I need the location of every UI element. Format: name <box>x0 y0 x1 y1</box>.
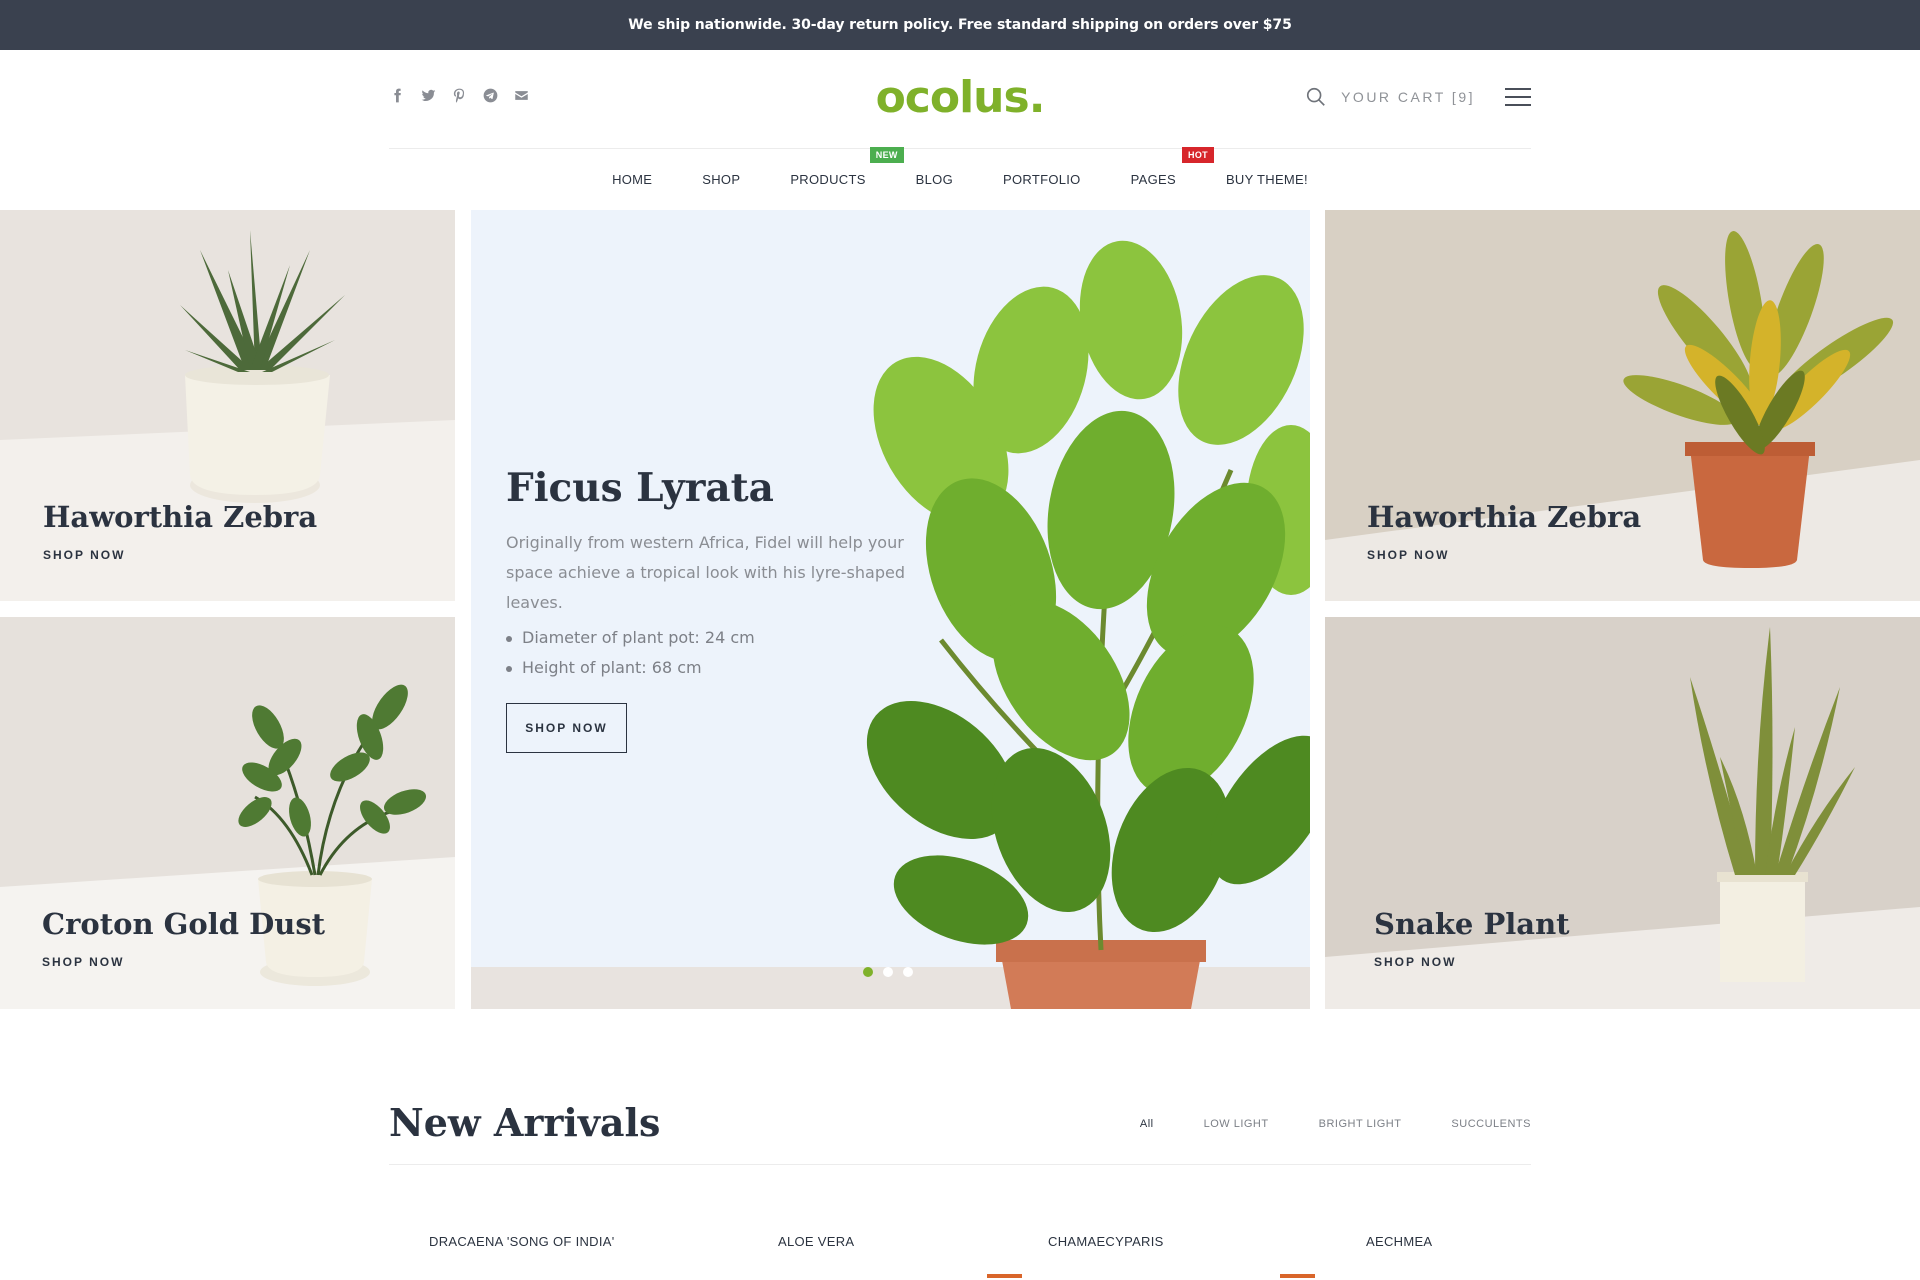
filter-succulents[interactable]: SUCCULENTS <box>1451 1118 1531 1130</box>
shop-now-link[interactable]: SHOP NOW <box>42 955 124 969</box>
filter-all[interactable]: All <box>1140 1118 1154 1130</box>
product-name[interactable]: DRACAENA 'SONG OF INDIA' <box>429 1234 615 1249</box>
filter-low-light[interactable]: LOW LIGHT <box>1204 1118 1269 1130</box>
haworthia-plant-image <box>0 210 455 601</box>
announcement-text: We ship nationwide. 30-day return policy… <box>628 17 1292 33</box>
tile-haworthia-zebra-right[interactable]: Haworthia Zebra SHOP NOW <box>1325 210 1920 601</box>
shop-now-link[interactable]: SHOP NOW <box>1374 955 1456 969</box>
cart-link[interactable]: YOUR CART [9] <box>1341 89 1475 105</box>
nav-item-portfolio[interactable]: PORTFOLIO <box>1003 172 1081 187</box>
tile-title[interactable]: Croton Gold Dust <box>42 907 325 941</box>
nav-item-home[interactable]: HOME <box>612 172 652 187</box>
slide-description: Originally from western Africa, Fidel wi… <box>506 533 905 612</box>
shop-now-button[interactable]: SHOP NOW <box>506 703 627 753</box>
tile-croton-gold-dust[interactable]: Croton Gold Dust SHOP NOW <box>0 617 455 1009</box>
nav-item-shop[interactable]: SHOP <box>702 172 740 187</box>
tile-title[interactable]: Snake Plant <box>1374 907 1570 941</box>
header-actions: YOUR CART [9] <box>1305 86 1531 108</box>
nav-item-products[interactable]: PRODUCTS NEW <box>790 146 904 187</box>
slider-dot[interactable] <box>863 967 873 977</box>
shop-now-link[interactable]: SHOP NOW <box>43 548 125 562</box>
slide-title: Ficus Lyrata <box>506 465 774 511</box>
new-badge: NEW <box>869 146 904 163</box>
slider-dot[interactable] <box>903 967 913 977</box>
shop-now-link[interactable]: SHOP NOW <box>1367 548 1449 562</box>
hot-badge: HOT <box>1182 146 1214 163</box>
nav-item-blog[interactable]: BLOG <box>916 172 953 187</box>
tile-snake-plant[interactable]: Snake Plant SHOP NOW <box>1325 617 1920 1009</box>
sale-indicator <box>1280 1274 1315 1278</box>
sale-indicator <box>987 1274 1022 1278</box>
site-header: ocolus. YOUR CART [9] <box>389 50 1531 149</box>
tile-title[interactable]: Haworthia Zebra <box>43 500 317 534</box>
tile-haworthia-zebra-left[interactable]: Haworthia Zebra SHOP NOW <box>0 210 455 601</box>
arrivals-filters: All LOW LIGHT BRIGHT LIGHT SUCCULENTS <box>1140 1118 1531 1130</box>
nav-item-buy-theme[interactable]: BUY THEME! <box>1226 172 1308 187</box>
feature-item: Diameter of plant pot: 24 cm <box>506 623 755 653</box>
slider-dot[interactable] <box>883 967 893 977</box>
announcement-bar: We ship nationwide. 30-day return policy… <box>0 0 1920 50</box>
feature-item: Height of plant: 68 cm <box>506 653 755 683</box>
zz-plant-image <box>0 617 455 1009</box>
hamburger-menu-icon[interactable] <box>1505 88 1531 106</box>
hero-slider[interactable]: Ficus Lyrata Originally from western Afr… <box>471 210 1310 1009</box>
nav-item-pages[interactable]: PAGES HOT <box>1131 146 1214 187</box>
section-title: New Arrivals <box>389 1100 661 1145</box>
product-name[interactable]: AECHMEA <box>1366 1234 1432 1249</box>
new-arrivals-header: New Arrivals All LOW LIGHT BRIGHT LIGHT … <box>389 1088 1531 1165</box>
tile-title[interactable]: Haworthia Zebra <box>1367 500 1641 534</box>
slider-dots <box>863 967 913 977</box>
product-name[interactable]: ALOE VERA <box>778 1234 854 1249</box>
snake-plant-image <box>1325 617 1920 1009</box>
slide-features: Diameter of plant pot: 24 cm Height of p… <box>506 623 755 683</box>
croton-plant-image <box>1325 210 1920 601</box>
product-list: DRACAENA 'SONG OF INDIA' ALOE VERA CHAMA… <box>389 1234 1531 1280</box>
filter-bright-light[interactable]: BRIGHT LIGHT <box>1319 1118 1402 1130</box>
product-name[interactable]: CHAMAECYPARIS <box>1048 1234 1164 1249</box>
main-nav: HOME SHOP PRODUCTS NEW BLOG PORTFOLIO PAG… <box>0 146 1920 208</box>
search-icon[interactable] <box>1305 86 1327 108</box>
